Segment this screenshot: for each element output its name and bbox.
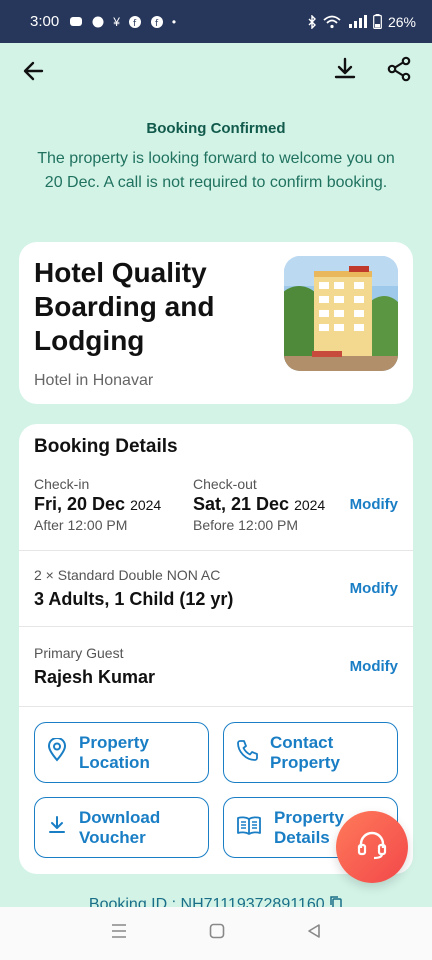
status-right: 26% <box>307 14 416 30</box>
chat-icon <box>92 16 104 27</box>
checkout-block: Check-out Sat, 21 Dec 2024 Before 12:00 … <box>193 476 325 533</box>
contact-property-label: Contact Property <box>270 733 340 773</box>
confirmation-title: Booking Confirmed <box>146 120 286 137</box>
recent-apps-icon[interactable] <box>110 923 128 944</box>
facebook-icon: f <box>128 15 141 29</box>
location-pin-icon <box>47 737 67 767</box>
download-voucher-label: Download Voucher <box>79 808 160 848</box>
wifi-icon <box>323 15 341 28</box>
label-line2: Property <box>270 752 340 772</box>
notification-icons: ¥ f f • <box>69 15 176 29</box>
contact-property-button[interactable]: Contact Property <box>223 722 398 783</box>
hotel-card[interactable]: Hotel Quality Boarding and Lodging Hotel… <box>19 242 413 404</box>
dot-icon: • <box>171 14 177 29</box>
hotel-name: Hotel Quality Boarding and Lodging <box>34 257 215 356</box>
facebook-icon: f <box>150 15 163 29</box>
checkin-time: After 12:00 PM <box>34 517 128 533</box>
checkout-date-text: Sat, 21 Dec <box>193 494 290 514</box>
modify-guest-button[interactable]: Modify <box>350 658 398 675</box>
checkin-date: Fri, 20 Dec 2024 <box>34 494 161 515</box>
bluetooth-icon <box>308 14 316 29</box>
divider <box>19 626 413 627</box>
modify-room-button[interactable]: Modify <box>350 580 398 597</box>
message-icon <box>70 16 83 26</box>
divider <box>19 706 413 707</box>
label-line2: Location <box>79 752 150 772</box>
booking-details-heading: Booking Details <box>34 436 178 457</box>
checkout-label: Check-out <box>193 476 257 492</box>
checkin-label: Check-in <box>34 476 90 492</box>
room-block: 2 × Standard Double NON AC 3 Adults, 1 C… <box>34 567 233 610</box>
checkout-time: Before 12:00 PM <box>193 517 299 533</box>
checkin-date-text: Fri, 20 Dec <box>34 494 126 514</box>
property-location-label: Property Location <box>79 733 150 773</box>
yen-icon: ¥ <box>113 14 120 29</box>
confirmation-section: Booking Confirmed The property is lookin… <box>30 120 402 195</box>
hotel-location: Hotel in Honavar <box>34 372 154 389</box>
guest-count: 3 Adults, 1 Child (12 yr) <box>34 589 234 609</box>
checkout-year: 2024 <box>294 497 326 513</box>
download-icon <box>47 815 67 840</box>
status-time: 3:00 <box>30 13 60 30</box>
phone-icon <box>236 739 258 766</box>
confirmation-message: The property is looking forward to welco… <box>37 150 395 191</box>
app-bar-actions <box>332 56 412 87</box>
headset-icon <box>355 828 389 867</box>
home-icon[interactable] <box>209 923 225 944</box>
status-bar: 3:00 ¥ f f • 26% <box>0 0 432 43</box>
support-button[interactable] <box>336 811 408 883</box>
modify-dates-button[interactable]: Modify <box>350 496 398 513</box>
back-arrow-icon[interactable] <box>20 57 48 85</box>
battery-percent: 26% <box>387 13 416 30</box>
booking-details-card: Booking Details Check-in Fri, 20 Dec 202… <box>19 424 413 874</box>
battery-icon <box>373 14 382 29</box>
primary-guest-block: Primary Guest Rajesh Kumar <box>34 645 155 688</box>
label-line1: Property <box>274 807 344 827</box>
book-icon <box>236 814 262 841</box>
divider <box>19 550 413 551</box>
share-icon[interactable] <box>386 56 412 87</box>
checkin-year: 2024 <box>130 497 162 513</box>
label-line2: Voucher <box>79 827 146 847</box>
label-line1: Contact <box>270 732 334 752</box>
download-icon[interactable] <box>332 56 358 87</box>
checkout-date: Sat, 21 Dec 2024 <box>193 494 325 515</box>
system-nav-bar <box>0 907 432 960</box>
download-voucher-button[interactable]: Download Voucher <box>34 797 209 858</box>
label-line2: Details <box>274 827 330 847</box>
app-bar <box>0 43 432 99</box>
property-location-button[interactable]: Property Location <box>34 722 209 783</box>
hotel-photo[interactable] <box>284 256 398 371</box>
checkin-block: Check-in Fri, 20 Dec 2024 After 12:00 PM <box>34 476 161 533</box>
signal-icon <box>348 14 367 28</box>
label-line1: Download <box>79 807 161 827</box>
back-nav-icon[interactable] <box>306 923 322 944</box>
primary-guest-name: Rajesh Kumar <box>34 667 156 687</box>
label-line1: Property <box>79 732 149 752</box>
property-details-label: Property Details <box>274 808 344 848</box>
primary-guest-label: Primary Guest <box>34 645 124 661</box>
room-type: 2 × Standard Double NON AC <box>34 567 221 583</box>
